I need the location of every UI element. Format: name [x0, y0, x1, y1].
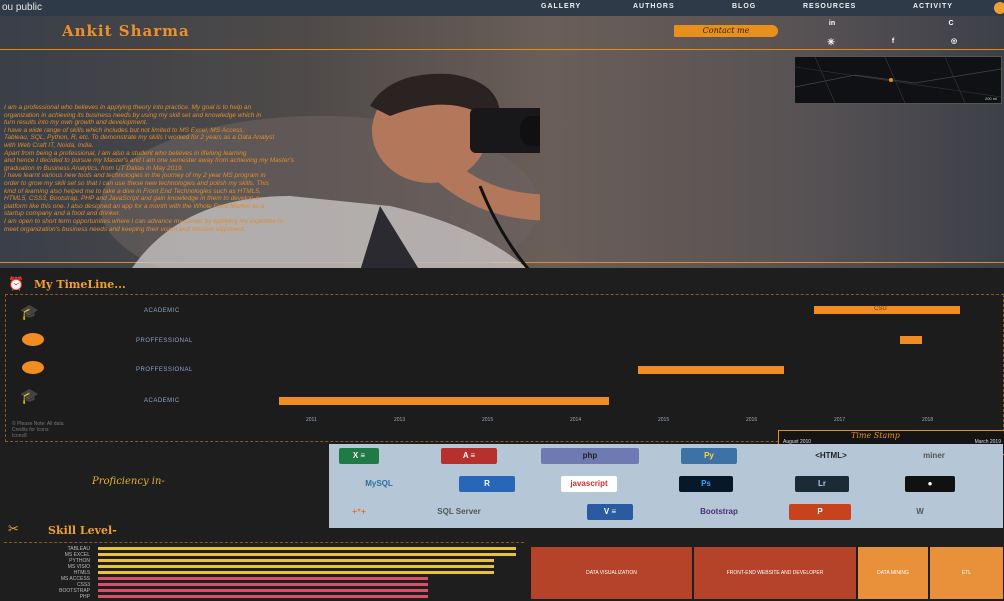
graduation-cap-icon: 🎓 — [20, 388, 39, 405]
axis-tick: 2017 — [834, 417, 846, 423]
skill-bar[interactable] — [98, 595, 428, 598]
timestamp-title: Time Stamp — [851, 431, 900, 440]
map-scale: 200 mi — [984, 96, 997, 101]
facebook-icon[interactable]: f — [878, 36, 908, 48]
github-logo: ● — [905, 476, 955, 492]
mysql-logo: MySQL — [365, 479, 393, 488]
nav-activity[interactable]: ACTIVITY — [913, 3, 953, 10]
timeline-icon: ⏰ — [8, 276, 25, 291]
excel-logo: X ≡ — [339, 448, 379, 464]
profile-hero: Ankit Sharma Contact me in C ✳ f ◎ I am … — [0, 16, 1004, 268]
nav-authors[interactable]: AUTHORS — [633, 3, 675, 10]
brand-logo[interactable]: ou public — [2, 2, 42, 13]
social-icon[interactable] — [880, 18, 906, 30]
skill-bar[interactable] — [98, 577, 428, 580]
skill-bar[interactable] — [98, 547, 516, 550]
sqlserver-logo: SQL Server — [437, 507, 481, 516]
instagram-icon[interactable]: ◎ — [940, 36, 968, 48]
map-roads — [794, 56, 1002, 104]
timeline-bar-label: CSU — [874, 306, 887, 312]
proficiency-logos-panel: X ≡ A ≡ php Py <HTML> miner MySQL Rjavascript Ps… — [329, 444, 1003, 528]
profile-name: Ankit Sharma — [62, 22, 190, 40]
nav-resources[interactable]: RESOURCES — [803, 3, 856, 10]
treemap-cell[interactable]: FRONT-END WEBSITE AND DEVELOPER — [693, 546, 857, 600]
wordpress-logo: W — [916, 507, 924, 516]
timeline-row-label: PROFFESSIONAL — [136, 367, 193, 373]
lightroom-logo: Lr — [795, 476, 849, 492]
skill-bar[interactable] — [98, 559, 494, 562]
axis-tick: 2011 — [306, 417, 317, 423]
javascript-logo: javascript — [561, 476, 617, 492]
skill-bar[interactable] — [98, 565, 494, 568]
timeline-bar[interactable] — [279, 397, 609, 405]
top-navbar: ou public GALLERY AUTHORS BLOG RESOURCES… — [0, 0, 1004, 16]
timeline-footnote: Icons8 — [12, 433, 27, 439]
axis-tick: 2015 — [482, 417, 494, 423]
nav-gallery[interactable]: GALLERY — [541, 3, 581, 10]
python-logo: Py — [681, 448, 737, 464]
timeline-row-label: PROFFESSIONAL — [136, 338, 193, 344]
axis-tick: 2018 — [922, 417, 934, 423]
treemap-cell[interactable]: ETL — [929, 546, 1004, 600]
timeline-title: My TimeLine... — [34, 278, 126, 291]
timeline-chart: 🎓 ACADEMIC CSU PROFFESSIONAL PROFFESSION… — [5, 294, 1004, 442]
treemap-cell[interactable]: DATA VISUALIZATION — [530, 546, 693, 600]
timeline-bar[interactable] — [638, 366, 784, 374]
html-logo: <HTML> — [815, 451, 847, 460]
timeline-bar[interactable]: CSU — [814, 306, 960, 314]
graduation-cap-icon: 🎓 — [20, 304, 39, 321]
user-avatar[interactable] — [994, 2, 1004, 14]
timeline-bar[interactable] — [900, 336, 922, 344]
access-logo: A ≡ — [441, 448, 497, 464]
slack-icon[interactable]: ✳ — [818, 36, 844, 48]
visio-logo: V ≡ — [587, 504, 633, 520]
axis-tick: 2016 — [746, 417, 758, 423]
hero-top-divider — [0, 49, 1004, 50]
skill-bars-chart: TABLEAU MS EXCEL PYTHON MS VISIO HTML5 MS ACC… — [4, 542, 524, 601]
social-c-icon[interactable]: C — [938, 18, 964, 30]
r-logo: R — [459, 476, 515, 492]
skill-bar[interactable] — [98, 583, 428, 586]
php-logo: php — [541, 448, 639, 464]
axis-tick: 2013 — [394, 417, 406, 423]
linkedin-icon[interactable]: in — [818, 18, 846, 30]
skill-bar[interactable] — [98, 589, 428, 592]
axis-tick: 2015 — [658, 417, 670, 423]
axis-tick: 2014 — [570, 417, 582, 423]
skill-bar[interactable] — [98, 571, 494, 574]
timeline-row-label: ACADEMIC — [144, 398, 180, 404]
briefcase-icon — [22, 333, 44, 346]
contact-me-button[interactable]: Contact me — [674, 25, 778, 37]
timeline-row-label: ACADEMIC — [144, 308, 180, 314]
miner-logo: miner — [923, 451, 945, 460]
tableau-logo: +⁺+ — [352, 507, 366, 516]
bootstrap-logo: Bootstrap — [700, 507, 738, 516]
tools-icon: ✂ — [8, 521, 19, 536]
photoshop-logo: Ps — [679, 476, 733, 492]
bio-text: I am a professional who believes in appl… — [4, 104, 295, 233]
skill-level-title: Skill Level- — [48, 524, 117, 537]
nav-blog[interactable]: BLOG — [732, 3, 756, 10]
briefcase-icon — [22, 361, 44, 374]
treemap-cell[interactable]: DATA MINING — [857, 546, 929, 600]
powerpoint-logo: P — [789, 504, 851, 520]
proficiency-label: Proficiency in- — [92, 476, 165, 487]
skill-bar[interactable] — [98, 553, 516, 556]
skill-name: PHP — [79, 594, 90, 600]
location-map[interactable]: 200 mi — [794, 56, 1002, 104]
